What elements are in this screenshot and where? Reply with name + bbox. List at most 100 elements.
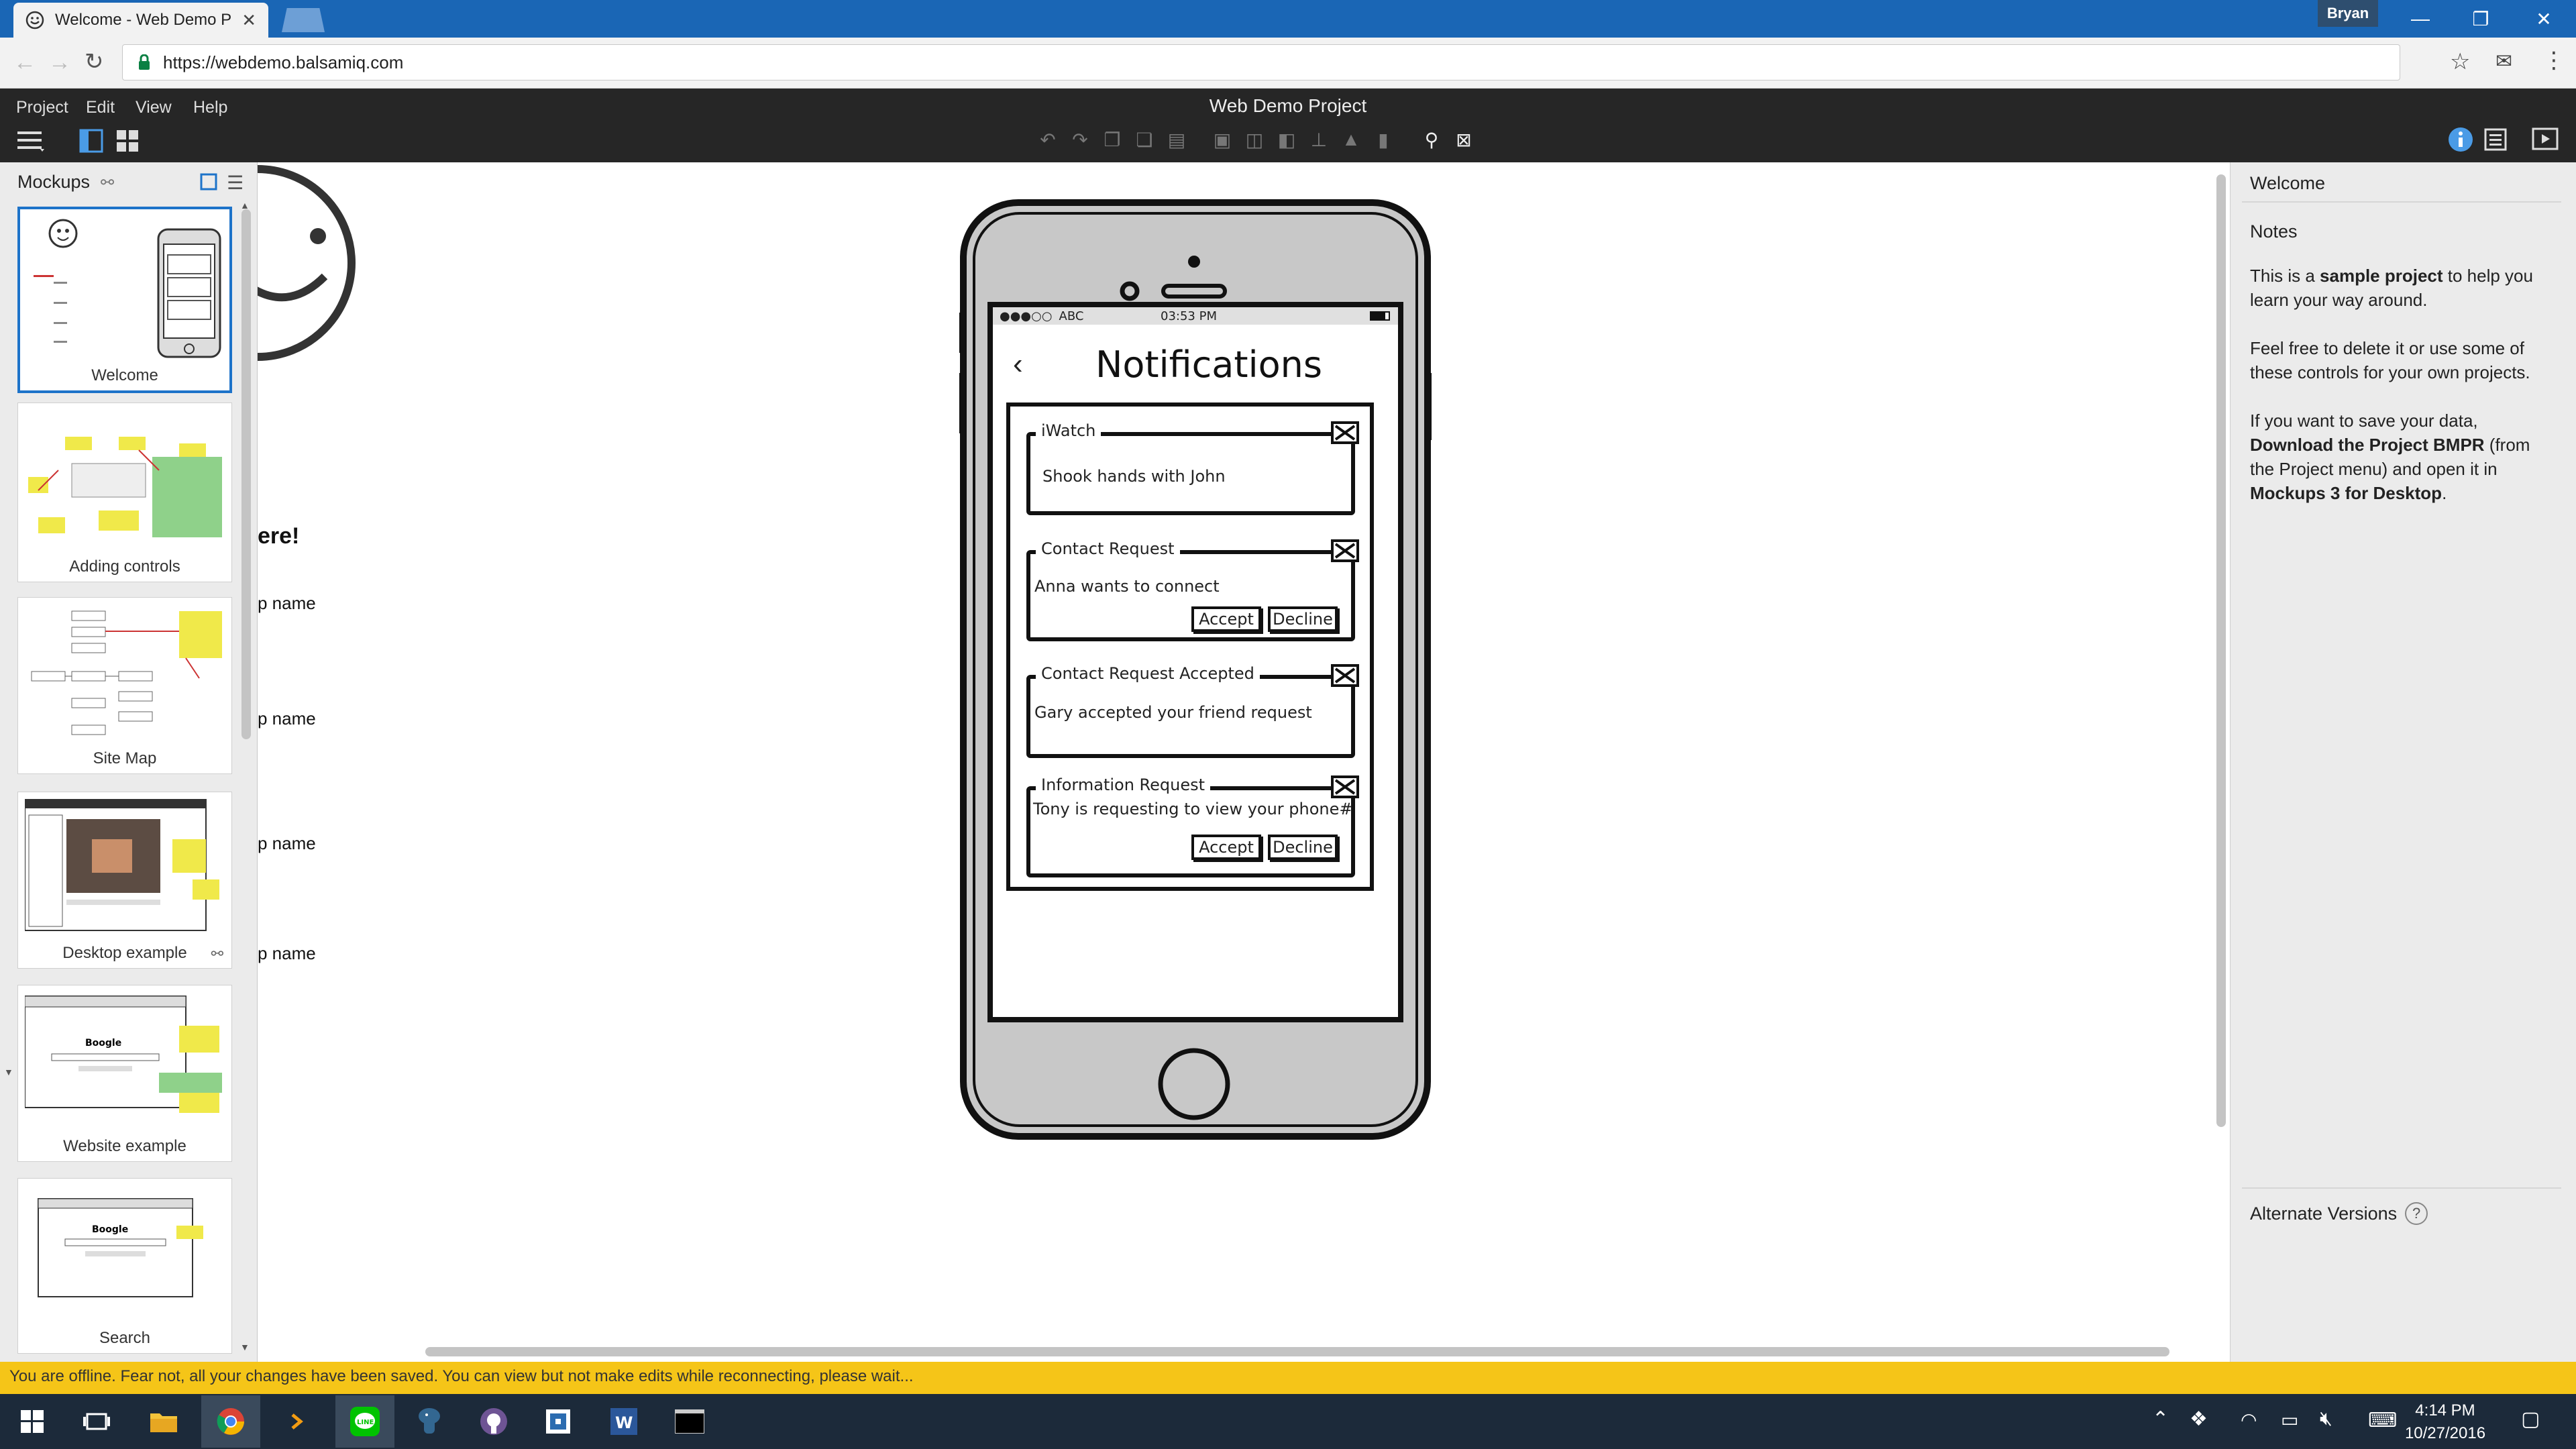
- database-app-icon[interactable]: [400, 1395, 459, 1448]
- action-center-icon[interactable]: ▢: [2521, 1407, 2540, 1431]
- windows-start-icon[interactable]: [3, 1395, 62, 1448]
- word-app-icon[interactable]: W: [594, 1395, 653, 1448]
- back-icon[interactable]: ←: [13, 50, 36, 76]
- browser-menu-icon[interactable]: ⋮: [2542, 47, 2565, 74]
- decline-button[interactable]: Decline: [1268, 835, 1338, 860]
- group-icon[interactable]: ▣: [1208, 125, 1237, 154]
- dropbox-icon[interactable]: ❖: [2190, 1407, 2208, 1431]
- paste-icon[interactable]: ▤: [1162, 125, 1191, 154]
- notes-label: Notes: [2250, 221, 2298, 241]
- dismiss-notification-icon[interactable]: [1331, 664, 1359, 687]
- menu-edit[interactable]: Edit: [86, 98, 115, 117]
- menu-help[interactable]: Help: [193, 98, 227, 117]
- partial-label: p name: [258, 708, 316, 729]
- duplicate-icon[interactable]: ❏: [1130, 125, 1159, 154]
- notification-card: Contact Request Anna wants to connect Ac…: [1026, 539, 1359, 641]
- forward-icon[interactable]: →: [48, 50, 71, 76]
- keyboard-icon[interactable]: ⌨: [2368, 1409, 2397, 1432]
- mockup-thumb-search[interactable]: Boogle Search: [17, 1178, 232, 1354]
- volume-muted-icon[interactable]: 🔇︎: [2320, 1407, 2332, 1430]
- battery-tray-icon[interactable]: ▭: [2281, 1409, 2298, 1431]
- address-field[interactable]: https://webdemo.balsamiq.com: [122, 44, 2400, 80]
- taskbar-clock[interactable]: 4:14 PM 10/27/2016: [2395, 1399, 2496, 1445]
- mockup-thumb-adding-controls[interactable]: Adding controls: [17, 402, 232, 582]
- line-app-icon[interactable]: LINE: [335, 1395, 394, 1448]
- grid-view-icon[interactable]: [115, 129, 140, 153]
- dismiss-notification-icon[interactable]: [1331, 421, 1359, 444]
- thumbnail-view-icon[interactable]: [200, 173, 217, 191]
- menu-view[interactable]: View: [136, 98, 172, 117]
- close-tab-icon[interactable]: ✕: [241, 10, 256, 31]
- hamburger-menu-icon[interactable]: [16, 127, 48, 154]
- tab-title: Welcome - Web Demo P: [55, 11, 232, 29]
- svg-text:LINE: LINE: [357, 1419, 374, 1426]
- alternate-versions[interactable]: Alternate Versions ?: [2250, 1202, 2428, 1225]
- notification-card: Information Request Tony is requesting t…: [1026, 775, 1359, 877]
- remote-app-icon[interactable]: [529, 1395, 588, 1448]
- copy-icon[interactable]: ❐: [1097, 125, 1127, 154]
- properties-list-icon[interactable]: [2483, 127, 2508, 152]
- undo-icon[interactable]: ↶: [1033, 125, 1063, 154]
- mockup-canvas[interactable]: ere! p name p name p name p name ●●●○○ A…: [258, 162, 2230, 1363]
- mockup-thumb-website-example[interactable]: Boogle Website example: [17, 985, 232, 1162]
- delete-icon[interactable]: ▮: [1368, 125, 1398, 154]
- show-hidden-icons-icon[interactable]: ⌃: [2152, 1407, 2169, 1431]
- mockup-thumb-site-map[interactable]: Site Map: [17, 597, 232, 774]
- notification-title: Contact Request: [1036, 539, 1180, 558]
- command-prompt-icon[interactable]: [660, 1395, 719, 1448]
- wifi-icon[interactable]: ◠: [2241, 1409, 2257, 1431]
- presentation-mode-icon[interactable]: [2532, 127, 2559, 152]
- canvas-vertical-scrollbar[interactable]: [2216, 174, 2226, 1127]
- scroll-up-icon[interactable]: ▲: [240, 200, 250, 211]
- clock-label: 03:53 PM: [1161, 309, 1217, 323]
- mockups-scrollbar[interactable]: [241, 209, 251, 739]
- bookmark-star-icon[interactable]: ☆: [2450, 48, 2470, 75]
- quick-add-icon[interactable]: ⊠: [1449, 125, 1479, 154]
- thumb-caption: Adding controls: [69, 557, 180, 576]
- mockups-panel-title: Mockups: [17, 172, 91, 192]
- iphone-mockup[interactable]: ●●●○○ ABC 03:53 PM ‹ Notifications iWatc…: [959, 199, 1432, 1140]
- list-view-icon[interactable]: ☰: [227, 172, 244, 194]
- ungroup-icon[interactable]: ◫: [1240, 125, 1269, 154]
- single-pane-view-icon[interactable]: [79, 129, 103, 153]
- search-icon[interactable]: ⚲: [1417, 125, 1446, 154]
- menu-project[interactable]: Project: [16, 98, 68, 117]
- minimize-window-icon[interactable]: —: [2388, 0, 2453, 38]
- browser-tab[interactable]: Welcome - Web Demo P ✕: [13, 3, 268, 38]
- mail-icon[interactable]: ✉: [2496, 50, 2512, 73]
- dismiss-notification-icon[interactable]: [1331, 775, 1359, 798]
- redo-icon[interactable]: ↷: [1065, 125, 1095, 154]
- reload-icon[interactable]: ↻: [85, 48, 104, 75]
- thumbnail-image: Boogle: [25, 992, 225, 1129]
- terminal-app-icon[interactable]: [268, 1395, 327, 1448]
- decline-button[interactable]: Decline: [1268, 606, 1338, 632]
- lock-control-icon[interactable]: ▲: [1336, 125, 1366, 154]
- file-explorer-icon[interactable]: [134, 1395, 193, 1448]
- accept-button[interactable]: Accept: [1191, 606, 1261, 632]
- task-view-icon[interactable]: [67, 1395, 126, 1448]
- arrange-icon[interactable]: ◧: [1272, 125, 1301, 154]
- dismiss-notification-icon[interactable]: [1331, 539, 1359, 562]
- restore-window-icon[interactable]: ❐: [2449, 0, 2513, 38]
- help-icon[interactable]: ?: [2405, 1202, 2428, 1225]
- notification-title: Contact Request Accepted: [1036, 664, 1260, 683]
- link-icon[interactable]: ⚯: [101, 173, 114, 193]
- mockup-thumb-desktop-example[interactable]: Desktop example ⚯: [17, 792, 232, 969]
- offline-status-bar: You are offline. Fear not, all your chan…: [0, 1362, 2576, 1394]
- chrome-icon[interactable]: [201, 1395, 260, 1448]
- profile-badge[interactable]: Bryan: [2318, 0, 2378, 27]
- notification-card: Contact Request Accepted Gary accepted y…: [1026, 664, 1359, 758]
- accept-button[interactable]: Accept: [1191, 835, 1261, 860]
- scroll-down-icon[interactable]: ▼: [240, 1342, 250, 1352]
- canvas-horizontal-scrollbar[interactable]: [425, 1347, 2169, 1356]
- close-window-icon[interactable]: ✕: [2512, 0, 2576, 38]
- url-text: https://webdemo.balsamiq.com: [163, 52, 404, 72]
- new-tab-button[interactable]: [282, 8, 325, 32]
- notes-text[interactable]: This is a sample project to help you lea…: [2250, 264, 2559, 529]
- project-title: Web Demo Project: [1209, 95, 1367, 116]
- panel-collapse-icon[interactable]: ▼: [4, 1067, 13, 1077]
- info-icon[interactable]: [2447, 126, 2474, 153]
- github-app-icon[interactable]: [464, 1395, 523, 1448]
- mockup-thumb-welcome[interactable]: Welcome: [17, 207, 232, 393]
- align-icon[interactable]: ⊥: [1304, 125, 1334, 154]
